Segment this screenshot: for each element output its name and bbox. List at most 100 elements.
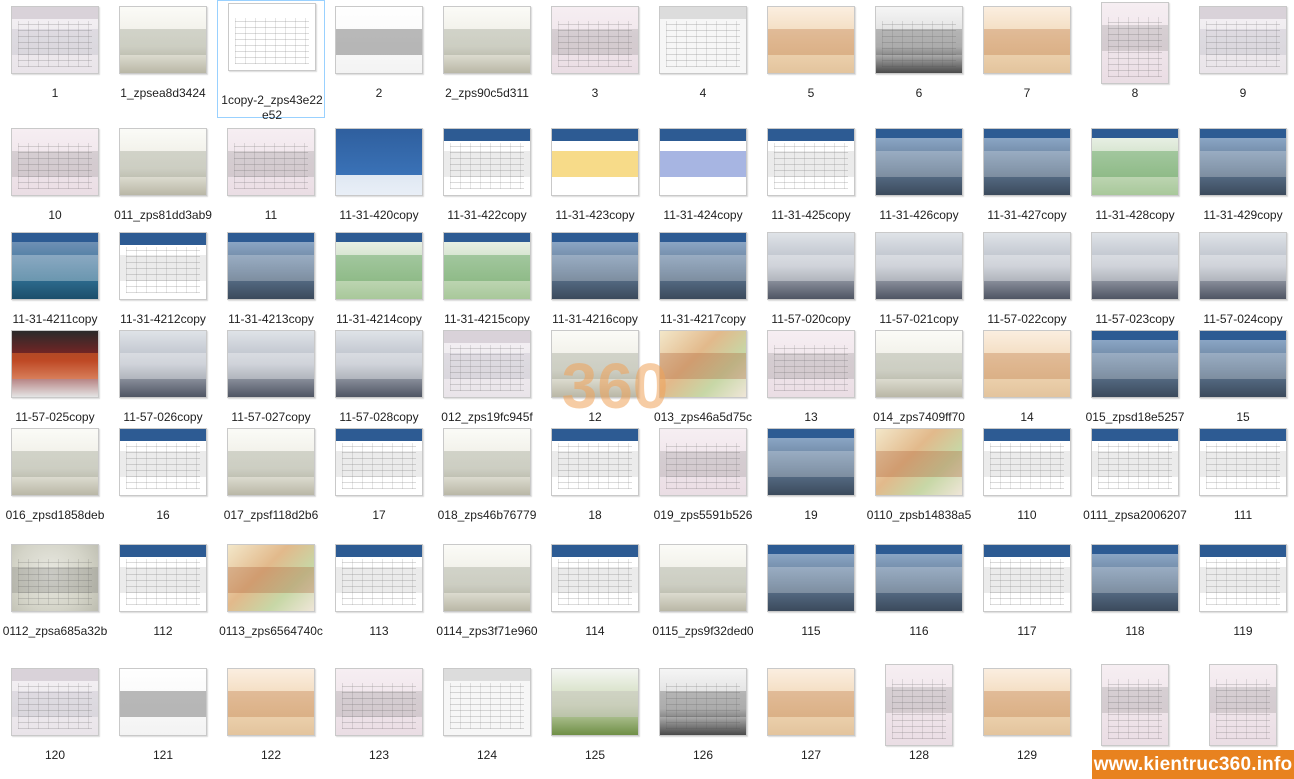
file-item[interactable]: 114 bbox=[541, 540, 649, 652]
file-item[interactable]: 10 bbox=[1, 124, 109, 236]
file-name-label: 5 bbox=[807, 86, 815, 100]
file-item[interactable]: 116 bbox=[865, 540, 973, 652]
file-item[interactable]: 0111_zpsa2006207 bbox=[1081, 424, 1189, 536]
file-item[interactable]: 11-57-020copy bbox=[757, 228, 865, 340]
file-thumbnail-image bbox=[11, 6, 99, 74]
file-item[interactable]: 11-31-428copy bbox=[1081, 124, 1189, 236]
thumbnail-content-band bbox=[984, 353, 1070, 379]
file-item[interactable]: 11-31-426copy bbox=[865, 124, 973, 236]
file-item[interactable]: 11-57-023copy bbox=[1081, 228, 1189, 340]
file-item[interactable]: 111 bbox=[1189, 424, 1294, 536]
file-item[interactable]: 12 bbox=[541, 326, 649, 438]
file-item[interactable]: 129 bbox=[973, 664, 1081, 776]
file-item[interactable]: 17 bbox=[325, 424, 433, 536]
file-item[interactable]: 019_zps5591b526 bbox=[649, 424, 757, 536]
file-item[interactable]: 11-31-4215copy bbox=[433, 228, 541, 340]
file-item[interactable]: 13 bbox=[757, 326, 865, 438]
file-item[interactable]: 8 bbox=[1081, 2, 1189, 114]
file-item[interactable]: 11-31-4211copy bbox=[1, 228, 109, 340]
file-name-label: 018_zps46b76779 bbox=[437, 508, 537, 522]
file-item[interactable]: 2_zps90c5d311 bbox=[433, 2, 541, 114]
thumbnail-drawing-lines bbox=[126, 559, 200, 605]
thumbnail-header-band bbox=[12, 545, 98, 557]
file-item[interactable]: 11-57-026copy bbox=[109, 326, 217, 438]
file-item[interactable]: 11-57-028copy bbox=[325, 326, 433, 438]
file-item[interactable]: 11-31-4212copy bbox=[109, 228, 217, 340]
file-item[interactable]: 0114_zps3f71e960 bbox=[433, 540, 541, 652]
file-name-label: 129 bbox=[1016, 748, 1038, 762]
file-item[interactable]: 121 bbox=[109, 664, 217, 776]
file-item[interactable]: 11-57-027copy bbox=[217, 326, 325, 438]
file-item[interactable]: 11-31-4217copy bbox=[649, 228, 757, 340]
file-thumbnail-image bbox=[659, 6, 747, 74]
file-name-label: 113 bbox=[369, 624, 389, 638]
file-item[interactable]: 122 bbox=[217, 664, 325, 776]
file-item[interactable]: 0115_zps9f32ded0 bbox=[649, 540, 757, 652]
file-item[interactable]: 017_zpsf118d2b6 bbox=[217, 424, 325, 536]
file-item[interactable]: 118 bbox=[1081, 540, 1189, 652]
file-item[interactable]: 15 bbox=[1189, 326, 1294, 438]
file-item[interactable]: 012_zps19fc945f bbox=[433, 326, 541, 438]
file-item[interactable]: 011_zps81dd3ab9 bbox=[109, 124, 217, 236]
file-item[interactable]: 11-31-423copy bbox=[541, 124, 649, 236]
file-item[interactable]: 110 bbox=[973, 424, 1081, 536]
file-item[interactable]: 3 bbox=[541, 2, 649, 114]
file-item[interactable]: 115 bbox=[757, 540, 865, 652]
file-item[interactable]: 9 bbox=[1189, 2, 1294, 114]
file-thumbnail-image bbox=[11, 128, 99, 196]
file-item[interactable]: 113 bbox=[325, 540, 433, 652]
file-item[interactable]: 124 bbox=[433, 664, 541, 776]
file-item[interactable]: 11-31-4214copy bbox=[325, 228, 433, 340]
file-item[interactable]: 11-31-422copy bbox=[433, 124, 541, 236]
file-item[interactable]: 128 bbox=[865, 664, 973, 776]
thumbnail-header-band bbox=[228, 545, 314, 557]
file-item[interactable]: 4 bbox=[649, 2, 757, 114]
file-item[interactable]: 11-57-022copy bbox=[973, 228, 1081, 340]
file-item[interactable]: 11-31-424copy bbox=[649, 124, 757, 236]
file-item[interactable]: 16 bbox=[109, 424, 217, 536]
file-item[interactable]: 11-31-429copy bbox=[1189, 124, 1294, 236]
thumbnail-drawing-lines bbox=[892, 679, 946, 739]
file-item[interactable]: 013_zps46a5d75c bbox=[649, 326, 757, 438]
file-item[interactable]: 123 bbox=[325, 664, 433, 776]
file-item[interactable]: 11-31-4216copy bbox=[541, 228, 649, 340]
file-item[interactable]: 11 bbox=[217, 124, 325, 236]
file-item[interactable]: 1copy-2_zps43e22e52 bbox=[217, 0, 325, 122]
file-item[interactable]: 11-31-427copy bbox=[973, 124, 1081, 236]
file-item[interactable]: 015_zpsd18e5257 bbox=[1081, 326, 1189, 438]
file-item[interactable]: 127 bbox=[757, 664, 865, 776]
file-item[interactable]: 014_zps7409ff70 bbox=[865, 326, 973, 438]
file-item[interactable]: 1 bbox=[1, 2, 109, 114]
file-item[interactable]: 11-31-425copy bbox=[757, 124, 865, 236]
file-item[interactable]: 11-31-420copy bbox=[325, 124, 433, 236]
file-item[interactable]: 125 bbox=[541, 664, 649, 776]
file-name-label: 11-31-422copy bbox=[447, 208, 527, 222]
thumbnail-header-band bbox=[1200, 7, 1286, 19]
file-item[interactable]: 7 bbox=[973, 2, 1081, 114]
file-item[interactable]: 14 bbox=[973, 326, 1081, 438]
file-item[interactable]: 6 bbox=[865, 2, 973, 114]
file-item[interactable]: 0110_zpsb14838a5 bbox=[865, 424, 973, 536]
file-item[interactable]: 11-31-4213copy bbox=[217, 228, 325, 340]
file-item[interactable]: 11-57-024copy bbox=[1189, 228, 1294, 340]
thumbnail-header-band bbox=[336, 331, 422, 343]
thumbnail-header-band bbox=[768, 233, 854, 245]
file-item[interactable]: 1_zpsea8d3424 bbox=[109, 2, 217, 114]
thumbnail-header-band bbox=[552, 331, 638, 343]
file-item[interactable]: 11-57-025copy bbox=[1, 326, 109, 438]
file-item[interactable]: 126 bbox=[649, 664, 757, 776]
file-item[interactable]: 016_zpsd1858deb bbox=[1, 424, 109, 536]
file-item[interactable]: 19 bbox=[757, 424, 865, 536]
file-item[interactable]: 0113_zps6564740c bbox=[217, 540, 325, 652]
file-item[interactable]: 0112_zpsa685a32b bbox=[1, 540, 109, 652]
file-item[interactable]: 018_zps46b76779 bbox=[433, 424, 541, 536]
file-item[interactable]: 11-57-021copy bbox=[865, 228, 973, 340]
file-item[interactable]: 120 bbox=[1, 664, 109, 776]
file-item[interactable]: 18 bbox=[541, 424, 649, 536]
file-item[interactable]: 112 bbox=[109, 540, 217, 652]
file-item[interactable]: 2 bbox=[325, 2, 433, 114]
file-item[interactable]: 117 bbox=[973, 540, 1081, 652]
file-item[interactable]: 119 bbox=[1189, 540, 1294, 652]
file-item[interactable]: 5 bbox=[757, 2, 865, 114]
thumbnail-header-band bbox=[444, 669, 530, 681]
